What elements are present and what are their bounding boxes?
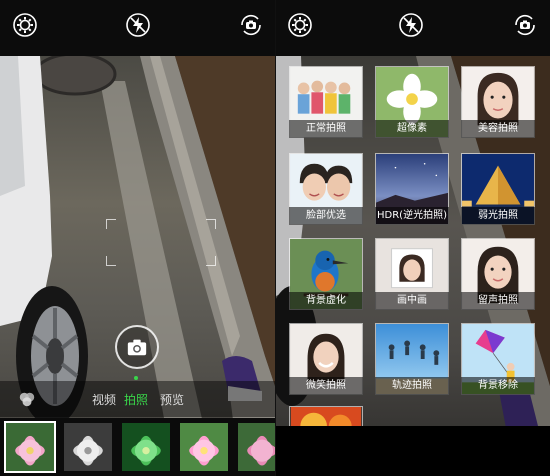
- scene-tile-beauty[interactable]: 美容拍照: [461, 66, 535, 138]
- scene-label: 背景移除: [461, 377, 535, 395]
- settings-button[interactable]: [10, 10, 40, 40]
- lotus-image: [122, 423, 170, 471]
- filter-thumb-partial-lotus[interactable]: [236, 421, 275, 473]
- lotus-image: [6, 423, 54, 471]
- scene-label: 画中画: [375, 292, 449, 310]
- focus-frame-corner: [206, 219, 216, 229]
- scene-tile-normal[interactable]: 正常拍照: [289, 66, 363, 138]
- focus-frame-corner: [106, 256, 116, 266]
- scene-label: 留声拍照: [461, 292, 535, 310]
- lotus-image: [64, 423, 112, 471]
- scene-tile-super-pixel[interactable]: 超像素: [375, 66, 449, 138]
- top-toolbar: [0, 0, 275, 56]
- scene-tile-picture-in-picture[interactable]: 画中画: [375, 238, 449, 310]
- scene-tile-trajectory[interactable]: 轨迹拍照: [375, 323, 449, 395]
- scene-tile-hdr[interactable]: HDR(逆光拍照): [375, 153, 449, 225]
- shutter-button[interactable]: [115, 325, 159, 369]
- scene-tile-face-select[interactable]: 脸部优选: [289, 153, 363, 225]
- switch-camera-icon: [241, 14, 261, 36]
- scene-tile-smile[interactable]: 微笑拍照: [289, 323, 363, 395]
- filter-thumb-bright-lotus[interactable]: [178, 421, 230, 473]
- scene-label: 轨迹拍照: [375, 377, 449, 395]
- settings-icon: [288, 13, 312, 37]
- switch-camera-button[interactable]: [236, 10, 266, 40]
- scene-label: HDR(逆光拍照): [375, 207, 449, 225]
- fire-image: [290, 407, 362, 426]
- focus-frame-corner: [206, 256, 216, 266]
- filter-thumbnail-strip: [0, 418, 275, 476]
- filter-thumb-grayscale-lotus[interactable]: [62, 421, 114, 473]
- scene-label: 正常拍照: [289, 120, 363, 138]
- scene-label: 弱光拍照: [461, 207, 535, 225]
- capture-mode-bar: 视频 拍照 预览: [0, 381, 275, 417]
- filter-thumb-pink-lotus[interactable]: [4, 421, 56, 473]
- switch-camera-icon: [515, 14, 535, 36]
- camera-viewfinder-screen: 视频 拍照 预览: [0, 0, 275, 476]
- settings-icon: [13, 13, 37, 37]
- scene-tile-background-blur[interactable]: 背景虚化: [289, 238, 363, 310]
- flash-button[interactable]: [123, 10, 153, 40]
- active-mode-indicator: [134, 376, 138, 380]
- mode-photo[interactable]: 拍照: [124, 391, 148, 408]
- settings-button[interactable]: [285, 10, 315, 40]
- lotus-image: [180, 423, 228, 471]
- scene-tile-background-remove[interactable]: 背景移除: [461, 323, 535, 395]
- flash-button[interactable]: [396, 10, 426, 40]
- top-toolbar: [276, 0, 550, 56]
- scene-label: 美容拍照: [461, 120, 535, 138]
- scene-label: 超像素: [375, 120, 449, 138]
- flash-off-icon: [126, 13, 150, 37]
- scene-tile-sound-photo[interactable]: 留声拍照: [461, 238, 535, 310]
- scene-label: 脸部优选: [289, 207, 363, 225]
- switch-camera-button[interactable]: [510, 10, 540, 40]
- effects-icon[interactable]: [18, 390, 36, 408]
- focus-frame-corner: [106, 219, 116, 229]
- scene-tile-partial[interactable]: [289, 406, 363, 426]
- camera-icon: [127, 339, 147, 356]
- filter-thumb-green-lotus[interactable]: [120, 421, 172, 473]
- bottom-bar: [276, 426, 550, 476]
- flash-off-icon: [399, 13, 423, 37]
- scene-label: 背景虚化: [289, 292, 363, 310]
- scene-label: 微笑拍照: [289, 377, 363, 395]
- mode-video[interactable]: 视频: [92, 391, 116, 408]
- scene-mode-screen: 正常拍照 超像素 美容拍照 脸部优选 HDR(逆光拍照) 弱光拍照 背景虚化 画…: [276, 0, 550, 476]
- scene-tile-low-light[interactable]: 弱光拍照: [461, 153, 535, 225]
- mode-preview[interactable]: 预览: [160, 391, 184, 408]
- lotus-image: [238, 423, 275, 471]
